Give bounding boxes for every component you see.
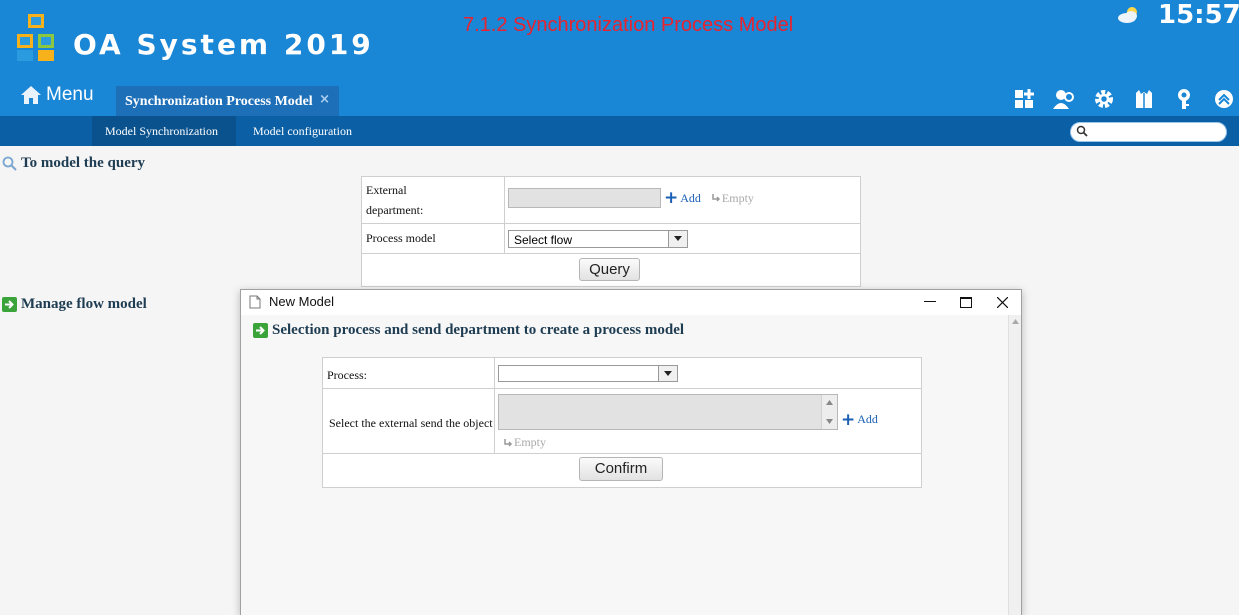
confirm-button[interactable]: Confirm: [579, 457, 663, 481]
arrow-down-right-icon: [504, 438, 513, 447]
header-bar: OA System 2019 7.1.2 Synchronization Pro…: [0, 0, 1239, 116]
home-icon: [21, 86, 41, 104]
logo-icon: [17, 14, 54, 61]
external-object-label: Select the external send the object: [322, 388, 495, 454]
menu-label: Menu: [46, 84, 94, 105]
app-title: OA System 2019: [73, 28, 374, 61]
menu-button[interactable]: Menu: [20, 84, 94, 106]
process-model-select[interactable]: Select flow: [508, 229, 688, 248]
toolbar: [1010, 87, 1239, 111]
add-department-link[interactable]: + Add: [664, 190, 701, 207]
textarea-scrollbar[interactable]: [821, 395, 837, 429]
scroll-up-icon: [1012, 319, 1019, 324]
close-icon: [996, 296, 1008, 308]
weather-icon: [1118, 7, 1137, 23]
chevron-down-icon: [658, 365, 677, 381]
subnav-model-synchronization[interactable]: Model Synchronization: [92, 116, 236, 146]
new-model-dialog: New Model Selection process and send dep…: [240, 289, 1022, 615]
add-object-link[interactable]: + Add: [841, 411, 878, 428]
empty-object-link[interactable]: Empty: [503, 435, 546, 450]
chevron-down-icon: [668, 230, 687, 247]
search-icon: [2, 156, 17, 171]
process-label: Process:: [322, 357, 495, 389]
dialog-titlebar[interactable]: New Model: [241, 290, 1021, 315]
dialog-scrollbar[interactable]: [1008, 315, 1021, 615]
page-banner-title: 7.1.2 Synchronization Process Model: [463, 14, 794, 36]
maximize-button[interactable]: [948, 290, 984, 314]
query-section-title: To model the query: [2, 155, 145, 172]
query-title: To model the query: [21, 155, 146, 171]
dialog-heading: Selection process and send department to…: [253, 322, 684, 339]
shirt-icon[interactable]: [1130, 87, 1158, 111]
dialog-title: New Model: [269, 294, 335, 309]
apps-icon[interactable]: [1010, 87, 1038, 111]
manage-title: Manage flow model: [21, 296, 147, 312]
scroll-down-icon: [826, 419, 833, 424]
tab-label: Synchronization Process Model: [125, 94, 313, 109]
dialog-body: Selection process and send department to…: [241, 315, 1008, 615]
collapse-icon[interactable]: [1210, 87, 1238, 111]
arrow-right-icon: [253, 323, 268, 338]
gear-icon[interactable]: [1090, 87, 1118, 111]
arrow-down-right-icon: [712, 194, 720, 202]
process-select[interactable]: [498, 364, 678, 382]
query-button[interactable]: Query: [579, 258, 640, 281]
tab-synchronization-process-model[interactable]: Synchronization Process Model ×: [116, 86, 339, 116]
document-icon: [249, 295, 261, 309]
clock: 15:57: [1158, 0, 1239, 30]
scroll-up-icon: [826, 400, 833, 405]
sub-navigation: Model Synchronization Model configuratio…: [0, 116, 1239, 146]
empty-department-link[interactable]: Empty: [711, 191, 754, 206]
dialog-heading-text: Selection process and send department to…: [272, 322, 685, 338]
search-icon: [1076, 125, 1088, 137]
search-box: [1070, 122, 1227, 142]
external-object-textarea[interactable]: [498, 394, 838, 430]
external-department-input[interactable]: [508, 188, 661, 208]
key-icon[interactable]: [1170, 87, 1198, 111]
maximize-icon: [960, 296, 972, 308]
search-input[interactable]: [1091, 125, 1221, 139]
close-button[interactable]: [984, 290, 1020, 314]
close-tab-icon[interactable]: ×: [319, 92, 330, 107]
external-department-label: External department:: [361, 176, 505, 224]
users-icon[interactable]: [1050, 87, 1078, 111]
minimize-icon: [924, 301, 936, 302]
arrow-right-icon: [2, 297, 17, 312]
minimize-button[interactable]: [912, 290, 948, 314]
subnav-model-configuration[interactable]: Model configuration: [236, 116, 376, 146]
process-model-label: Process model: [361, 223, 505, 254]
manage-section-title: Manage flow model: [2, 296, 147, 313]
